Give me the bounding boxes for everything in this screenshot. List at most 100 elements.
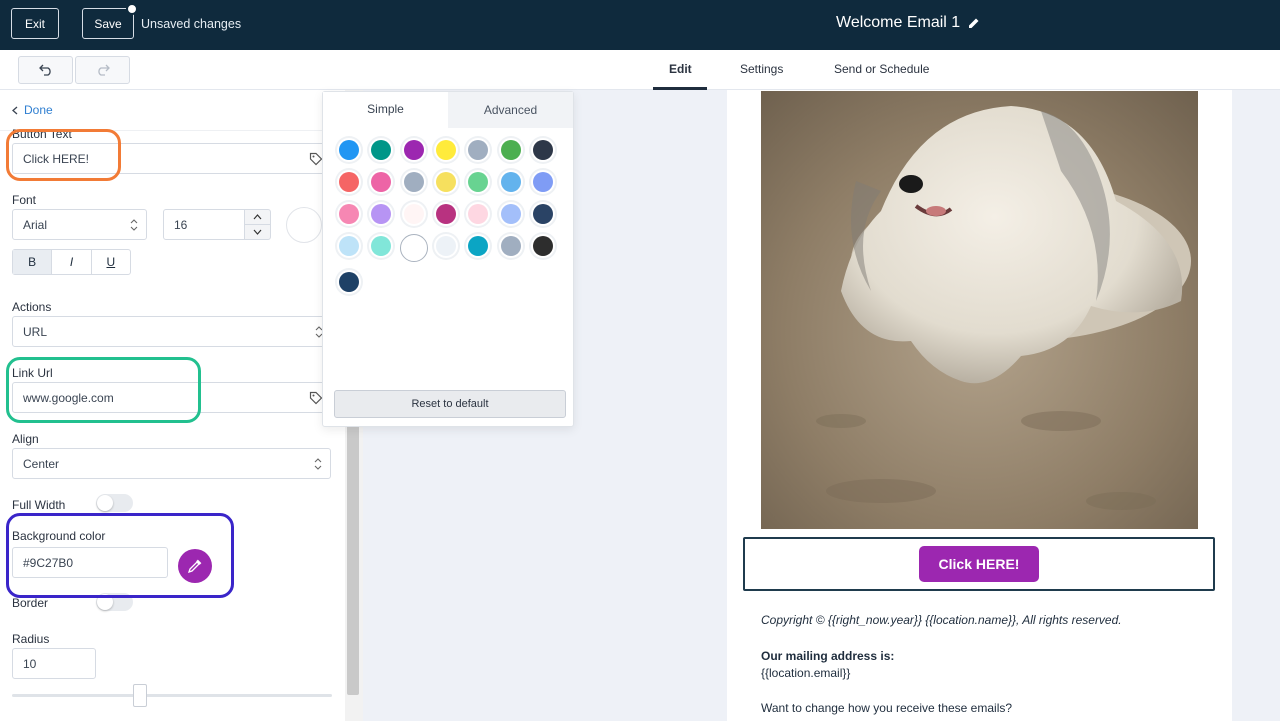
border-toggle[interactable] [96, 593, 133, 611]
color-swatch[interactable] [369, 202, 393, 226]
font-label: Font [12, 193, 37, 207]
redo-button[interactable] [75, 56, 130, 84]
bold-button[interactable]: B [13, 250, 53, 274]
color-swatch-fill [339, 140, 360, 160]
color-swatch-fill [532, 172, 553, 192]
editor-toolbar: Edit Settings Send or Schedule [0, 50, 1280, 90]
link-url-input[interactable]: www.google.com [12, 382, 332, 413]
color-swatch[interactable] [434, 138, 458, 162]
color-swatch[interactable] [531, 170, 555, 194]
stepper-up[interactable] [245, 210, 270, 225]
radius-slider-handle[interactable] [133, 684, 147, 707]
color-swatch-fill [468, 236, 489, 256]
font-size-stepper[interactable] [244, 209, 271, 240]
cta-button[interactable]: Click HERE! [919, 546, 1039, 582]
chevron-left-icon [12, 106, 18, 114]
color-swatch[interactable] [434, 202, 458, 226]
font-size-value: 16 [174, 217, 188, 232]
color-swatch[interactable] [369, 138, 393, 162]
color-swatch[interactable] [399, 234, 428, 262]
select-arrows-icon [130, 219, 138, 231]
radius-slider-track[interactable] [12, 694, 332, 697]
done-link[interactable]: Done [12, 103, 53, 117]
unsaved-indicator-dot [126, 3, 138, 15]
color-swatch[interactable] [337, 202, 361, 226]
chevron-up-icon [253, 214, 262, 220]
font-size-input[interactable]: 16 [163, 209, 245, 240]
background-color-value: #9C27B0 [23, 555, 74, 570]
stepper-down[interactable] [245, 225, 270, 239]
panel-scrollbar-thumb[interactable] [347, 425, 359, 695]
italic-button[interactable]: I [52, 250, 92, 274]
color-swatch[interactable] [466, 170, 490, 194]
color-swatch[interactable] [402, 202, 426, 226]
color-swatch-fill [532, 204, 553, 224]
reset-to-default-button[interactable]: Reset to default [334, 390, 566, 418]
color-swatch-fill [403, 172, 424, 192]
color-swatch-fill [371, 140, 392, 160]
color-swatch[interactable] [369, 234, 393, 258]
color-swatch[interactable] [499, 170, 523, 194]
text-color-swatch[interactable] [286, 207, 322, 243]
color-swatch[interactable] [434, 170, 458, 194]
color-swatch[interactable] [434, 234, 458, 258]
actions-label: Actions [12, 300, 52, 314]
tag-icon[interactable] [309, 391, 323, 405]
color-swatch[interactable] [499, 202, 523, 226]
tab-send-or-schedule[interactable]: Send or Schedule [834, 62, 929, 76]
mailing-address-value: {{location.email}} [761, 666, 851, 680]
color-swatch[interactable] [466, 234, 490, 258]
email-title-group[interactable]: Welcome Email 1 [836, 14, 980, 32]
color-swatch-fill [532, 140, 553, 160]
font-select[interactable]: Arial [12, 209, 147, 240]
color-swatch[interactable] [531, 234, 555, 258]
color-swatch[interactable] [402, 138, 426, 162]
background-color-input[interactable]: #9C27B0 [12, 547, 168, 578]
save-button[interactable]: Save [82, 8, 134, 39]
color-swatch[interactable] [337, 234, 361, 258]
top-bar: Exit Save Unsaved changes Welcome Email … [0, 0, 1280, 50]
tag-icon[interactable] [309, 152, 323, 166]
undo-button[interactable] [18, 56, 73, 84]
select-arrows-icon [314, 458, 322, 470]
underline-button[interactable]: U [92, 250, 130, 274]
color-swatch[interactable] [369, 170, 393, 194]
color-swatch-fill [500, 236, 521, 256]
color-swatch[interactable] [499, 138, 523, 162]
change-preferences-text: Want to change how you receive these ema… [761, 701, 1013, 715]
tab-simple[interactable]: Simple [323, 92, 448, 128]
color-swatch[interactable] [402, 170, 426, 194]
full-width-toggle[interactable] [96, 494, 133, 512]
color-swatch-fill [436, 172, 457, 192]
color-swatch[interactable] [337, 270, 361, 294]
actions-select[interactable]: URL [12, 316, 332, 347]
color-swatch[interactable] [466, 138, 490, 162]
tab-advanced[interactable]: Advanced [448, 92, 573, 128]
pencil-icon[interactable] [968, 17, 980, 29]
copyright-text: Copyright © {{right_now.year}} {{locatio… [761, 613, 1122, 627]
radius-input[interactable]: 10 [12, 648, 96, 679]
color-swatch-grid [333, 138, 568, 294]
email-title: Welcome Email 1 [836, 14, 961, 31]
align-label: Align [12, 432, 39, 446]
tab-settings[interactable]: Settings [740, 62, 783, 76]
color-swatch-fill [532, 236, 553, 256]
color-swatch[interactable] [337, 170, 361, 194]
color-swatch[interactable] [466, 202, 490, 226]
color-swatch[interactable] [499, 234, 523, 258]
radius-label: Radius [12, 632, 50, 646]
button-text-input[interactable]: Click HERE! [12, 143, 332, 174]
button-text-label: Button Text [12, 127, 72, 141]
tab-edit[interactable]: Edit [669, 62, 692, 76]
color-swatch[interactable] [531, 138, 555, 162]
color-swatch[interactable] [337, 138, 361, 162]
exit-button[interactable]: Exit [11, 8, 59, 39]
align-select[interactable]: Center [12, 448, 331, 479]
tab-edit-underline [653, 87, 707, 90]
dog-on-beach-image[interactable] [761, 91, 1198, 529]
color-swatch[interactable] [531, 202, 555, 226]
link-url-label: Link Url [12, 366, 53, 380]
color-swatch-fill [436, 236, 457, 256]
background-color-label: Background color [12, 529, 106, 543]
color-picker-button[interactable] [178, 549, 212, 583]
